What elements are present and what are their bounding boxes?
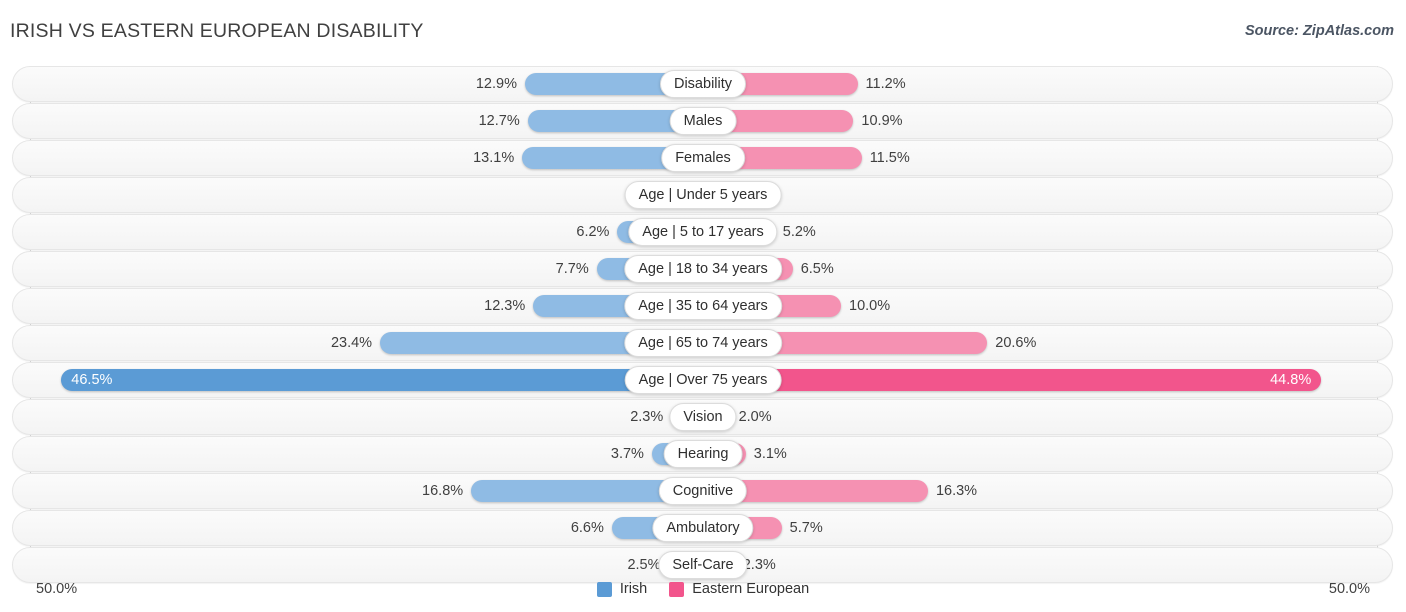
value-label-eastern-european: 10.0% [849,298,891,314]
value-label-irish: 12.3% [484,298,526,314]
category-label[interactable]: Males [669,107,737,135]
category-label[interactable]: Vision [669,403,737,431]
category-label[interactable]: Hearing [663,440,743,468]
legend-label: Irish [619,581,648,597]
value-label-eastern-european: 16.3% [935,483,978,499]
row-bars: 16.8% 16.3% Cognitive [0,473,1406,509]
value-label-irish: 7.7% [555,261,589,277]
value-label-eastern-european: 3.1% [753,446,787,462]
value-label-eastern-european: 11.5% [869,150,910,166]
category-label[interactable]: Disability [659,70,747,98]
value-label-irish: 16.8% [422,483,464,499]
row-bars: 12.7% 10.9% Males [0,103,1406,139]
table-row[interactable]: 6.2% 5.2% Age | 5 to 17 years [0,214,1406,250]
diverging-bar-chart: 12.9% 11.2% Disability 12.7% 10.9% Males 13.1%… [0,58,1406,583]
value-label-irish: 2.3% [630,409,664,425]
legend-label: Eastern European [692,581,810,597]
value-label-eastern-european: 5.2% [782,224,816,240]
bar-irish [61,369,703,391]
table-row[interactable]: 46.5% 44.8% Age | Over 75 years [0,362,1406,398]
value-label-irish: 6.6% [570,520,604,536]
value-label-eastern-european: 20.6% [995,335,1037,351]
chart-footer: 50.0% 50.0% Irish Eastern European [0,576,1406,612]
category-label[interactable]: Females [661,144,745,172]
category-label[interactable]: Age | Over 75 years [624,366,782,394]
value-label-irish: 12.9% [475,76,517,92]
row-bars: 7.7% 6.5% Age | 18 to 34 years [0,251,1406,287]
table-row[interactable]: 13.1% 11.5% Females [0,140,1406,176]
bar-eastern-european [703,369,1322,391]
legend-item[interactable]: Eastern European [669,581,809,597]
row-bars: 46.5% 44.8% Age | Over 75 years [0,362,1406,398]
category-label[interactable]: Age | 18 to 34 years [624,255,782,283]
value-label-irish: 12.7% [478,113,520,129]
category-label[interactable]: Age | 5 to 17 years [628,218,778,246]
value-label-eastern-european: 2.0% [738,409,772,425]
chart-rows: 12.9% 11.2% Disability 12.7% 10.9% Males 13.1%… [0,66,1406,584]
table-row[interactable]: 3.7% 3.1% Hearing [0,436,1406,472]
category-label[interactable]: Ambulatory [652,514,754,542]
row-bars: 6.6% 5.7% Ambulatory [0,510,1406,546]
chart-page: IRISH VS EASTERN EUROPEAN DISABILITY Sou… [0,0,1406,612]
table-row[interactable]: 16.8% 16.3% Cognitive [0,473,1406,509]
value-label-irish: 46.5% [71,372,113,388]
value-label-irish: 13.1% [473,150,515,166]
source-attribution: Source: ZipAtlas.com [1244,23,1394,39]
category-label[interactable]: Age | 65 to 74 years [624,329,782,357]
table-row[interactable]: 2.3% 2.0% Vision [0,399,1406,435]
table-row[interactable]: 12.3% 10.0% Age | 35 to 64 years [0,288,1406,324]
value-label-irish: 6.2% [576,224,610,240]
row-bars: 12.3% 10.0% Age | 35 to 64 years [0,288,1406,324]
row-bars: 3.7% 3.1% Hearing [0,436,1406,472]
value-label-eastern-european: 11.2% [865,76,906,92]
category-label[interactable]: Self-Care [658,551,748,579]
chart-header: IRISH VS EASTERN EUROPEAN DISABILITY Sou… [0,0,1406,58]
table-row[interactable]: 7.7% 6.5% Age | 18 to 34 years [0,251,1406,287]
row-bars: 6.2% 5.2% Age | 5 to 17 years [0,214,1406,250]
value-label-irish: 23.4% [330,335,373,351]
value-label-eastern-european: 44.8% [1270,372,1312,388]
row-bars: 1.7%1.4%Age | Under 5 years [0,177,1406,213]
legend-item[interactable]: Irish [596,581,648,597]
legend-swatch-icon [669,581,685,597]
row-bars: 23.4% 20.6% Age | 65 to 74 years [0,325,1406,361]
category-label[interactable]: Age | Under 5 years [624,181,782,209]
chart-legend: Irish Eastern European [0,581,1406,597]
table-row[interactable]: 1.7%1.4%Age | Under 5 years [0,177,1406,213]
category-label[interactable]: Age | 35 to 64 years [624,292,782,320]
legend-swatch-icon [596,581,612,597]
value-label-eastern-european: 10.9% [861,113,903,129]
table-row[interactable]: 6.6% 5.7% Ambulatory [0,510,1406,546]
table-row[interactable]: 12.7% 10.9% Males [0,103,1406,139]
value-label-irish: 3.7% [610,446,644,462]
table-row[interactable]: 23.4% 20.6% Age | 65 to 74 years [0,325,1406,361]
row-bars: 13.1% 11.5% Females [0,140,1406,176]
value-label-eastern-european: 5.7% [789,520,823,536]
row-bars: 12.9% 11.2% Disability [0,66,1406,102]
row-bars: 2.3% 2.0% Vision [0,399,1406,435]
table-row[interactable]: 12.9% 11.2% Disability [0,66,1406,102]
value-label-eastern-european: 6.5% [800,261,834,277]
page-title: IRISH VS EASTERN EUROPEAN DISABILITY [10,20,424,42]
category-label[interactable]: Cognitive [658,477,748,505]
